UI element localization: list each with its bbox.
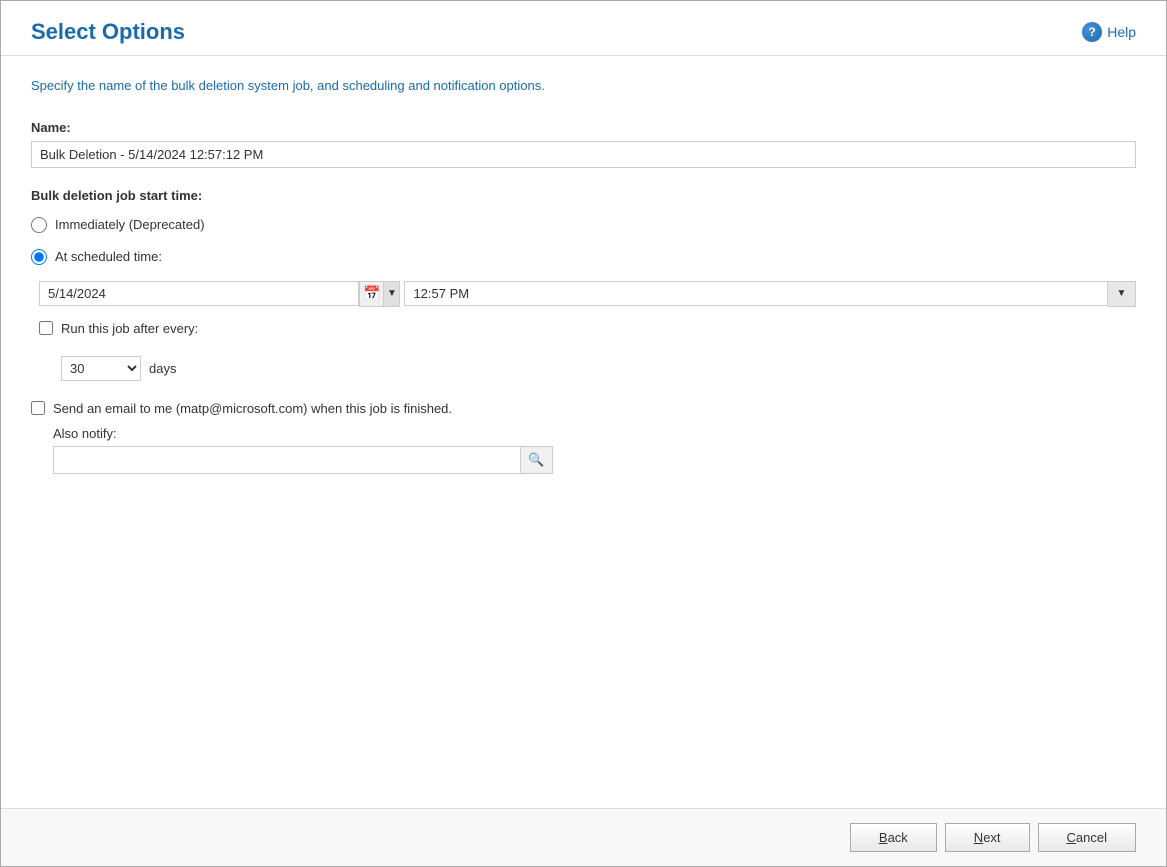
- content-area: Specify the name of the bulk deletion sy…: [1, 56, 1166, 808]
- email-section: Send an email to me (matp@microsoft.com)…: [31, 401, 1136, 474]
- page-wrapper: Select Options ? Help Specify the name o…: [0, 0, 1167, 867]
- notify-input[interactable]: [53, 446, 521, 474]
- notify-input-row: 🔍: [53, 446, 553, 474]
- scheduled-section: 📅 ▼ ▼ Run this job after every:: [39, 281, 1136, 381]
- next-label: Next: [974, 830, 1001, 845]
- description-text: Specify the name of the bulk deletion sy…: [31, 76, 1136, 96]
- help-icon: ?: [1082, 22, 1102, 42]
- also-notify-row: Also notify: 🔍: [53, 426, 1136, 474]
- cancel-button[interactable]: Cancel: [1038, 823, 1136, 852]
- calendar-button[interactable]: 📅: [359, 281, 384, 307]
- time-input[interactable]: [404, 281, 1108, 306]
- email-label: Send an email to me (matp@microsoft.com)…: [53, 401, 452, 416]
- back-label: Back: [879, 830, 908, 845]
- days-select[interactable]: 30: [61, 356, 141, 381]
- immediately-option[interactable]: Immediately (Deprecated): [31, 217, 1136, 233]
- start-time-section: Bulk deletion job start time: Immediatel…: [31, 188, 1136, 381]
- cancel-label: Cancel: [1067, 830, 1107, 845]
- back-button[interactable]: Back: [850, 823, 937, 852]
- date-input[interactable]: [39, 281, 359, 306]
- name-section: Name:: [31, 120, 1136, 168]
- page-title: Select Options: [31, 19, 185, 45]
- notify-search-button[interactable]: 🔍: [521, 446, 553, 474]
- time-group: ▼: [404, 281, 1136, 307]
- immediately-label: Immediately (Deprecated): [55, 217, 205, 232]
- repeat-label: Run this job after every:: [61, 321, 198, 336]
- date-time-row: 📅 ▼ ▼: [39, 281, 1136, 307]
- immediately-radio[interactable]: [31, 217, 47, 233]
- start-time-label: Bulk deletion job start time:: [31, 188, 1136, 203]
- email-checkbox[interactable]: [31, 401, 45, 415]
- scheduled-label: At scheduled time:: [55, 249, 162, 264]
- scheduled-radio[interactable]: [31, 249, 47, 265]
- name-input[interactable]: [31, 141, 1136, 168]
- search-icon: 🔍: [528, 452, 544, 468]
- name-label: Name:: [31, 120, 1136, 135]
- days-label: days: [149, 361, 176, 376]
- calendar-icon: 📅: [363, 285, 380, 302]
- header: Select Options ? Help: [1, 1, 1166, 56]
- repeat-checkbox[interactable]: [39, 321, 53, 335]
- email-checkbox-row: Send an email to me (matp@microsoft.com)…: [31, 401, 1136, 416]
- also-notify-label: Also notify:: [53, 426, 1136, 441]
- repeat-row: Run this job after every:: [39, 321, 1136, 336]
- help-label: Help: [1107, 24, 1136, 40]
- date-dropdown-arrow[interactable]: ▼: [384, 281, 400, 307]
- time-dropdown-button[interactable]: ▼: [1108, 281, 1136, 307]
- help-link[interactable]: ? Help: [1082, 22, 1136, 42]
- date-group: 📅 ▼: [39, 281, 400, 307]
- footer: Back Next Cancel: [1, 808, 1166, 866]
- scheduled-option[interactable]: At scheduled time:: [31, 249, 1136, 265]
- next-button[interactable]: Next: [945, 823, 1030, 852]
